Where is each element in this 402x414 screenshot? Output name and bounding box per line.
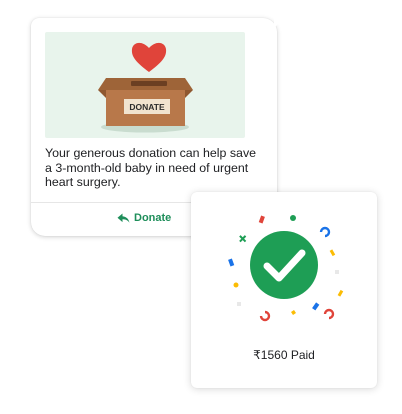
donation-box-illustration: DONATE — [45, 32, 245, 138]
message-tail — [274, 18, 284, 28]
heart-icon — [131, 42, 167, 72]
paid-amount-text: ₹1560 Paid — [253, 348, 315, 362]
donate-button-label: Donate — [134, 212, 172, 224]
donation-message-text: Your generous donation can help save a 3… — [45, 146, 257, 189]
check-circle-icon — [250, 231, 318, 299]
box-label: DONATE — [129, 102, 165, 112]
reply-arrow-icon — [117, 213, 130, 223]
donate-button[interactable]: Donate — [117, 208, 171, 228]
payment-success-card: ₹1560 Paid — [191, 192, 377, 388]
stage: DONATE Your generous donation can help s… — [0, 0, 402, 414]
donation-box-image: DONATE — [98, 42, 193, 133]
confetti-decoration — [228, 215, 344, 322]
